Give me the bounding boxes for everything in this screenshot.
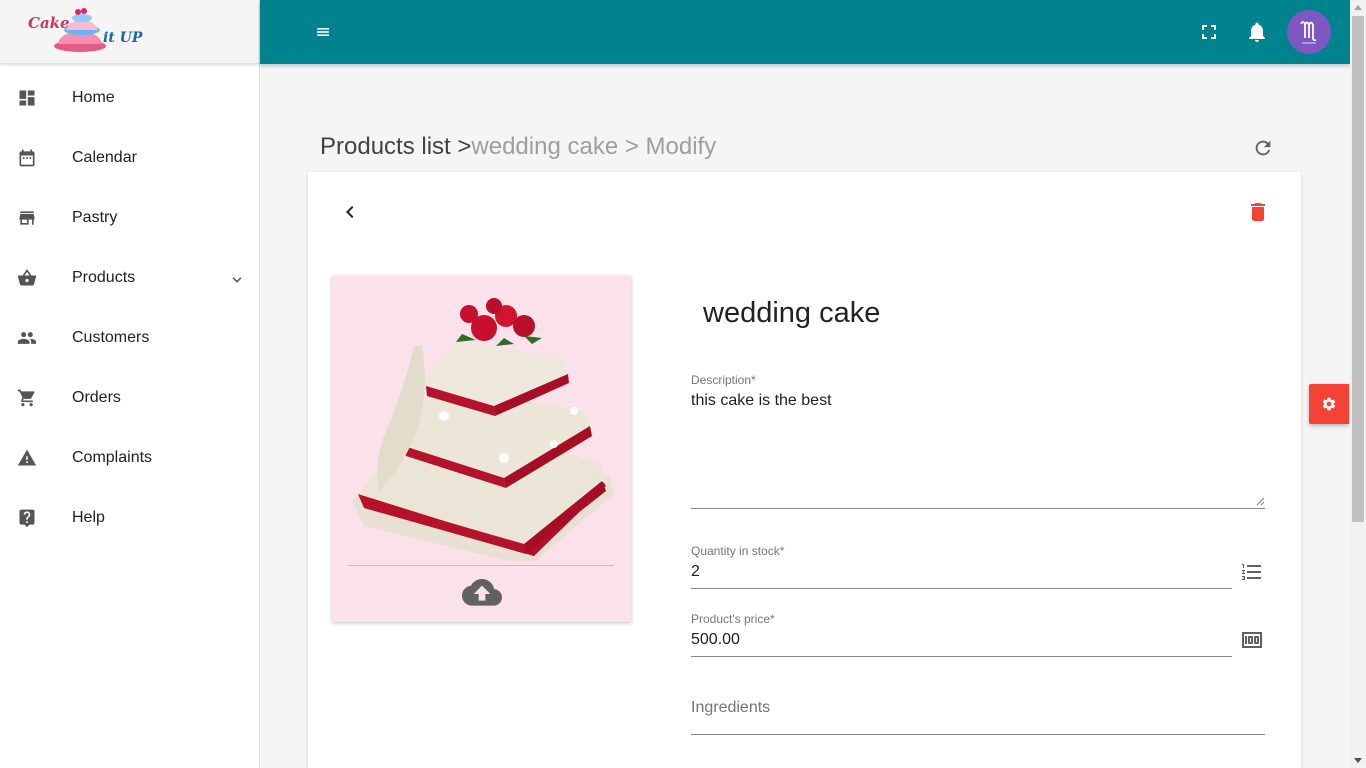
scroll-down-arrow-icon[interactable] (1354, 758, 1362, 763)
sidebar-item-label: Products (72, 269, 136, 286)
stock-underline (691, 588, 1232, 589)
cart-icon (17, 389, 35, 407)
stock-label: Quantity in stock* (691, 544, 785, 558)
price-underline (691, 656, 1232, 657)
sidebar-item-label: Customers (72, 329, 150, 346)
dashboard-icon (19, 90, 35, 106)
sidebar-item-label: Pastry (72, 209, 118, 226)
help-icon (19, 509, 35, 528)
sidebar-item-products[interactable]: Products (0, 248, 259, 308)
sidebar-item-customers[interactable]: Customers (0, 308, 259, 368)
description-label: Description* (691, 373, 756, 387)
fullscreen-icon[interactable] (1197, 20, 1221, 44)
money-icon (1242, 632, 1262, 648)
gear-icon (1322, 397, 1336, 411)
breadcrumb-root[interactable]: Products list > (320, 133, 471, 160)
scroll-thumb[interactable] (1352, 16, 1364, 522)
product-name-title: wedding cake (703, 297, 881, 329)
sidebar-item-label: Calendar (72, 149, 137, 166)
basket-icon (17, 269, 37, 286)
price-field[interactable]: 500.00 (691, 631, 740, 649)
people-icon (17, 332, 37, 344)
breadcrumb-action: Modify (645, 133, 717, 160)
avatar[interactable] (1287, 10, 1331, 54)
sidebar-item-calendar[interactable]: Calendar (0, 128, 259, 188)
chevron-down-icon[interactable] (228, 271, 246, 289)
top-bar (260, 0, 1350, 64)
logo-word-itup: it UP (103, 30, 143, 46)
settings-button[interactable] (1309, 384, 1349, 424)
breadcrumb: Products list >wedding cake > Modify (320, 133, 716, 161)
sidebar-item-label: Help (72, 509, 105, 526)
image-divider (348, 565, 614, 566)
textarea-resize-handle[interactable] (1256, 497, 1265, 506)
product-image-panel (332, 276, 631, 622)
description-field[interactable]: this cake is the best (691, 392, 832, 410)
notifications-icon[interactable] (1245, 20, 1269, 44)
sidebar-item-complaints[interactable]: Complaints (0, 428, 259, 488)
menu-icon[interactable] (315, 22, 333, 42)
scroll-up-arrow-icon[interactable] (1354, 5, 1362, 10)
sidebar-nav: Home Calendar Pastry Products Customers … (0, 64, 259, 548)
sidebar-item-help[interactable]: Help (0, 488, 259, 548)
ingredients-field[interactable]: Ingredients (691, 699, 770, 717)
logo-word-cake: Cake (28, 14, 70, 32)
list-numbered-icon (1242, 564, 1261, 580)
sidebar-item-pastry[interactable]: Pastry (0, 188, 259, 248)
price-label: Product's price* (691, 612, 775, 626)
back-arrow-icon[interactable] (338, 200, 362, 224)
logo[interactable]: Cake it UP (0, 0, 259, 64)
sidebar-item-home[interactable]: Home (0, 68, 259, 128)
description-underline (691, 508, 1265, 509)
page-scrollbar[interactable] (1350, 0, 1366, 768)
store-icon (19, 211, 35, 225)
avatar-monogram-icon (1300, 21, 1317, 44)
warning-icon (17, 449, 37, 466)
sidebar-item-orders[interactable]: Orders (0, 368, 259, 428)
breadcrumb-separator: > (618, 133, 646, 160)
calendar-icon (19, 149, 35, 167)
breadcrumb-product[interactable]: wedding cake (471, 133, 618, 160)
sidebar: Cake it UP Home Calendar Pastry Products… (0, 0, 260, 768)
product-image (352, 298, 614, 561)
sidebar-item-label: Home (72, 89, 115, 106)
ingredients-underline (691, 734, 1265, 735)
refresh-icon[interactable] (1252, 137, 1274, 159)
stock-field[interactable]: 2 (691, 563, 700, 581)
cloud-upload-icon[interactable] (462, 579, 502, 609)
product-edit-card: wedding cake Description* this cake is t… (308, 172, 1301, 768)
sidebar-item-label: Orders (72, 389, 121, 406)
sidebar-item-label: Complaints (72, 449, 153, 466)
delete-icon[interactable] (1246, 200, 1270, 224)
